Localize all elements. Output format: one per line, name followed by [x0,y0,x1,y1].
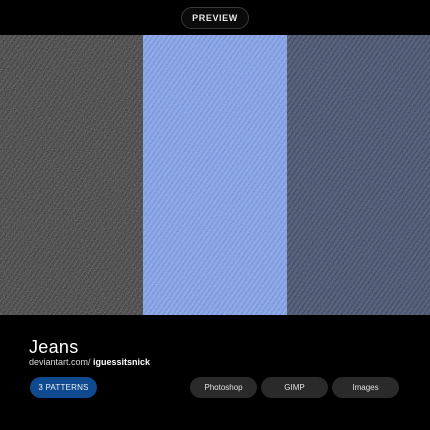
preview-button[interactable]: PREVIEW [181,7,249,29]
pattern-title: Jeans [29,337,79,357]
denim-texture [143,35,287,315]
pattern-preview-area [0,35,430,315]
patterns-count-badge[interactable]: 3 PATTERNS [30,377,97,398]
denim-texture [287,35,430,315]
denim-texture [0,35,143,315]
tag-photoshop[interactable]: Photoshop [190,377,257,398]
pattern-swatch-light-blue-denim[interactable] [143,35,287,315]
author-credit: deviantart.com/ iguessitsnick [29,357,150,367]
pattern-info-panel: Jeans deviantart.com/ iguessitsnick 3 PA… [0,315,430,430]
author-name-link[interactable]: iguessitsnick [93,357,150,367]
credit-site: deviantart.com/ [29,357,94,367]
top-bar: PREVIEW [0,0,430,35]
pattern-swatch-black-denim[interactable] [0,35,143,315]
tag-gimp[interactable]: GIMP [261,377,328,398]
pattern-swatch-dark-blue-denim[interactable] [287,35,430,315]
tag-images[interactable]: Images [332,377,399,398]
